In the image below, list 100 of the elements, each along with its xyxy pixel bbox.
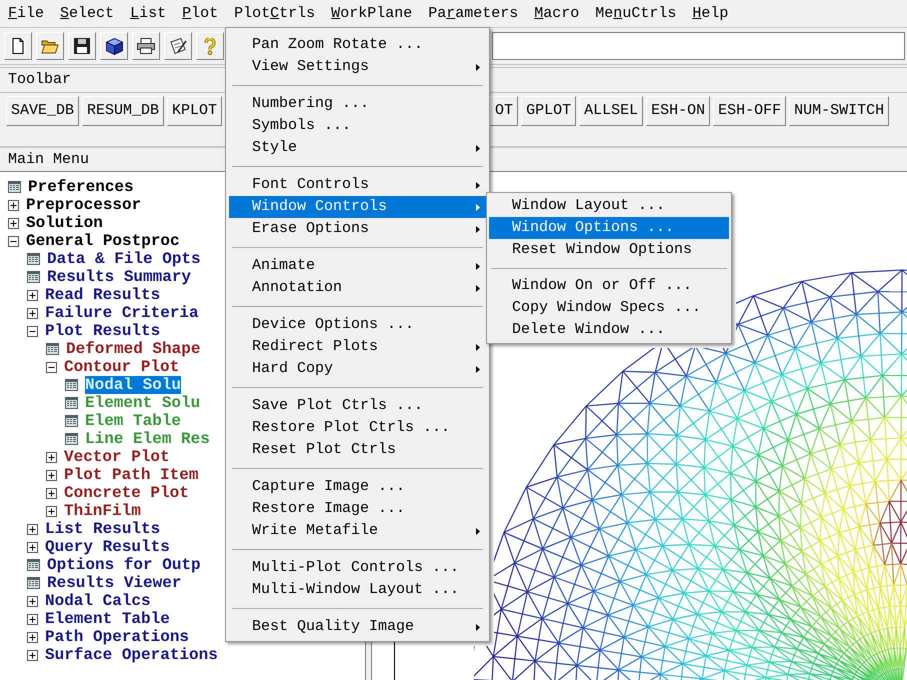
menu-item[interactable]: Window Layout ... (489, 195, 729, 217)
menu-item[interactable]: Save Plot Ctrls ... (229, 395, 486, 417)
menu-item[interactable]: Best Quality Image (229, 616, 486, 638)
tree-item[interactable]: Nodal Solu (85, 376, 182, 394)
expand-icon[interactable] (46, 506, 57, 516)
expand-icon[interactable] (46, 452, 57, 462)
command-input-field[interactable] (492, 32, 905, 60)
tree-item[interactable]: Plot Results (45, 322, 160, 340)
expand-icon[interactable] (46, 470, 57, 480)
menu-item[interactable]: Animate (229, 255, 486, 277)
expand-icon[interactable] (27, 614, 38, 624)
tree-item[interactable]: Results Viewer (47, 574, 182, 592)
menu-bar-item[interactable]: Parameters (420, 4, 526, 24)
toolbar-button[interactable] (36, 32, 64, 60)
tree-item[interactable]: Failure Criteria (45, 304, 199, 322)
collapse-icon[interactable] (27, 326, 38, 336)
tree-item[interactable]: Vector Plot (64, 448, 170, 466)
menu-bar-item[interactable]: MenuCtrls (587, 4, 684, 24)
tree-item[interactable]: Deformed Shape (66, 340, 200, 358)
tree-item[interactable]: Element Table (45, 610, 170, 628)
toolbar-button[interactable] (164, 32, 192, 60)
toolbar-button[interactable] (132, 32, 160, 60)
menu-item[interactable]: Style (229, 137, 486, 159)
tree-item[interactable]: ThinFilm (64, 502, 141, 520)
menu-bar-item[interactable]: Help (684, 4, 736, 24)
menu-item[interactable]: Device Options ... (229, 314, 486, 336)
tree-item[interactable]: Elem Table (85, 412, 182, 430)
menu-bar-item[interactable]: WorkPlane (323, 4, 420, 24)
tree-item[interactable]: Read Results (45, 286, 160, 304)
menu-item[interactable]: Annotation (229, 277, 486, 299)
tree-item[interactable]: Options for Outp (47, 556, 201, 574)
expand-icon[interactable] (27, 632, 38, 642)
menu-item[interactable]: Write Metafile (229, 520, 486, 542)
menu-bar-item[interactable]: File (0, 4, 52, 24)
menu-item[interactable]: Copy Window Specs ... (489, 297, 729, 319)
menu-item[interactable]: Window Controls (229, 196, 486, 218)
menu-item[interactable]: Pan Zoom Rotate ... (229, 34, 486, 56)
toolbar-button[interactable]: ALLSEL (579, 96, 644, 126)
menu-item[interactable]: Font Controls (229, 174, 486, 196)
tree-item[interactable]: Surface Operations (45, 646, 218, 664)
expand-icon[interactable] (27, 650, 38, 660)
menu-item[interactable]: Reset Window Options (489, 239, 729, 261)
toolbar-button[interactable]: ESH-ON (646, 96, 710, 126)
tree-item[interactable]: Concrete Plot (64, 484, 189, 502)
toolbar-button[interactable]: ESH-OFF (713, 96, 786, 126)
menu-item[interactable]: Symbols ... (229, 115, 486, 137)
expand-icon[interactable] (46, 488, 57, 498)
toolbar-button[interactable] (4, 32, 32, 60)
menu-bar-item[interactable]: Macro (526, 4, 588, 24)
open-folder-icon (41, 38, 59, 54)
tree-item[interactable]: Plot Path Item (64, 466, 198, 484)
toolbar-button[interactable] (68, 32, 96, 60)
toolbar-button[interactable]: SAVE_DB (6, 96, 80, 126)
expand-icon[interactable] (27, 308, 38, 318)
menu-item[interactable]: Erase Options (229, 218, 486, 240)
menu-item[interactable]: Multi-Plot Controls ... (229, 557, 486, 579)
menu-item[interactable]: Restore Plot Ctrls ... (229, 417, 486, 439)
expand-icon[interactable] (8, 200, 19, 210)
menu-item[interactable]: View Settings (229, 56, 486, 78)
collapse-icon[interactable] (8, 236, 19, 246)
menu-bar-item[interactable]: Select (52, 4, 122, 24)
menu-item[interactable]: Delete Window ... (489, 319, 729, 341)
window-icon (27, 577, 40, 589)
expand-icon[interactable] (27, 596, 38, 606)
toolbar-button[interactable]: GPLOT (521, 96, 576, 126)
menu-item[interactable]: Numbering ... (229, 93, 486, 115)
collapse-icon[interactable] (46, 362, 57, 372)
tree-item[interactable]: Path Operations (45, 628, 190, 646)
toolbar-button[interactable]: KPLOT (167, 96, 222, 126)
menu-item[interactable]: Reset Plot Ctrls (229, 439, 486, 461)
tree-item[interactable]: General Postproc (26, 232, 180, 250)
expand-icon[interactable] (27, 542, 38, 552)
tree-item[interactable]: Preferences (28, 178, 134, 196)
toolbar-button[interactable] (100, 32, 128, 60)
tree-item[interactable]: Nodal Calcs (45, 592, 151, 610)
menu-bar-item[interactable]: Plot (174, 4, 226, 24)
tree-item[interactable]: Results Summary (47, 268, 192, 286)
menu-item[interactable]: Window Options ... (489, 217, 729, 239)
toolbar-button[interactable]: RESUM_DB (82, 96, 164, 126)
menu-item[interactable]: Window On or Off ... (489, 275, 729, 297)
menu-item[interactable]: Redirect Plots (229, 336, 486, 358)
expand-icon[interactable] (27, 290, 38, 300)
tree-item[interactable]: Solution (26, 214, 103, 232)
menu-item[interactable]: Multi-Window Layout ... (229, 579, 486, 601)
menu-bar-item[interactable]: List (122, 4, 174, 24)
tree-item[interactable]: Data & File Opts (47, 250, 201, 268)
toolbar-button[interactable]: NUM-SWITCH (789, 96, 890, 126)
tree-item[interactable]: Query Results (45, 538, 170, 556)
toolbar-button[interactable]: OT (490, 96, 518, 126)
tree-item[interactable]: Element Solu (85, 394, 200, 412)
tree-item[interactable]: Preprocessor (26, 196, 142, 214)
expand-icon[interactable] (27, 524, 38, 534)
menu-item[interactable]: Restore Image ... (229, 498, 486, 520)
tree-item[interactable]: List Results (45, 520, 160, 538)
expand-icon[interactable] (8, 218, 19, 228)
menu-item[interactable]: Hard Copy (229, 358, 486, 380)
menu-bar-item[interactable]: PlotCtrls (226, 4, 324, 24)
menu-item[interactable]: Capture Image ... (229, 476, 486, 498)
tree-item[interactable]: Line Elem Res (85, 430, 210, 448)
tree-item[interactable]: Contour Plot (64, 358, 180, 376)
